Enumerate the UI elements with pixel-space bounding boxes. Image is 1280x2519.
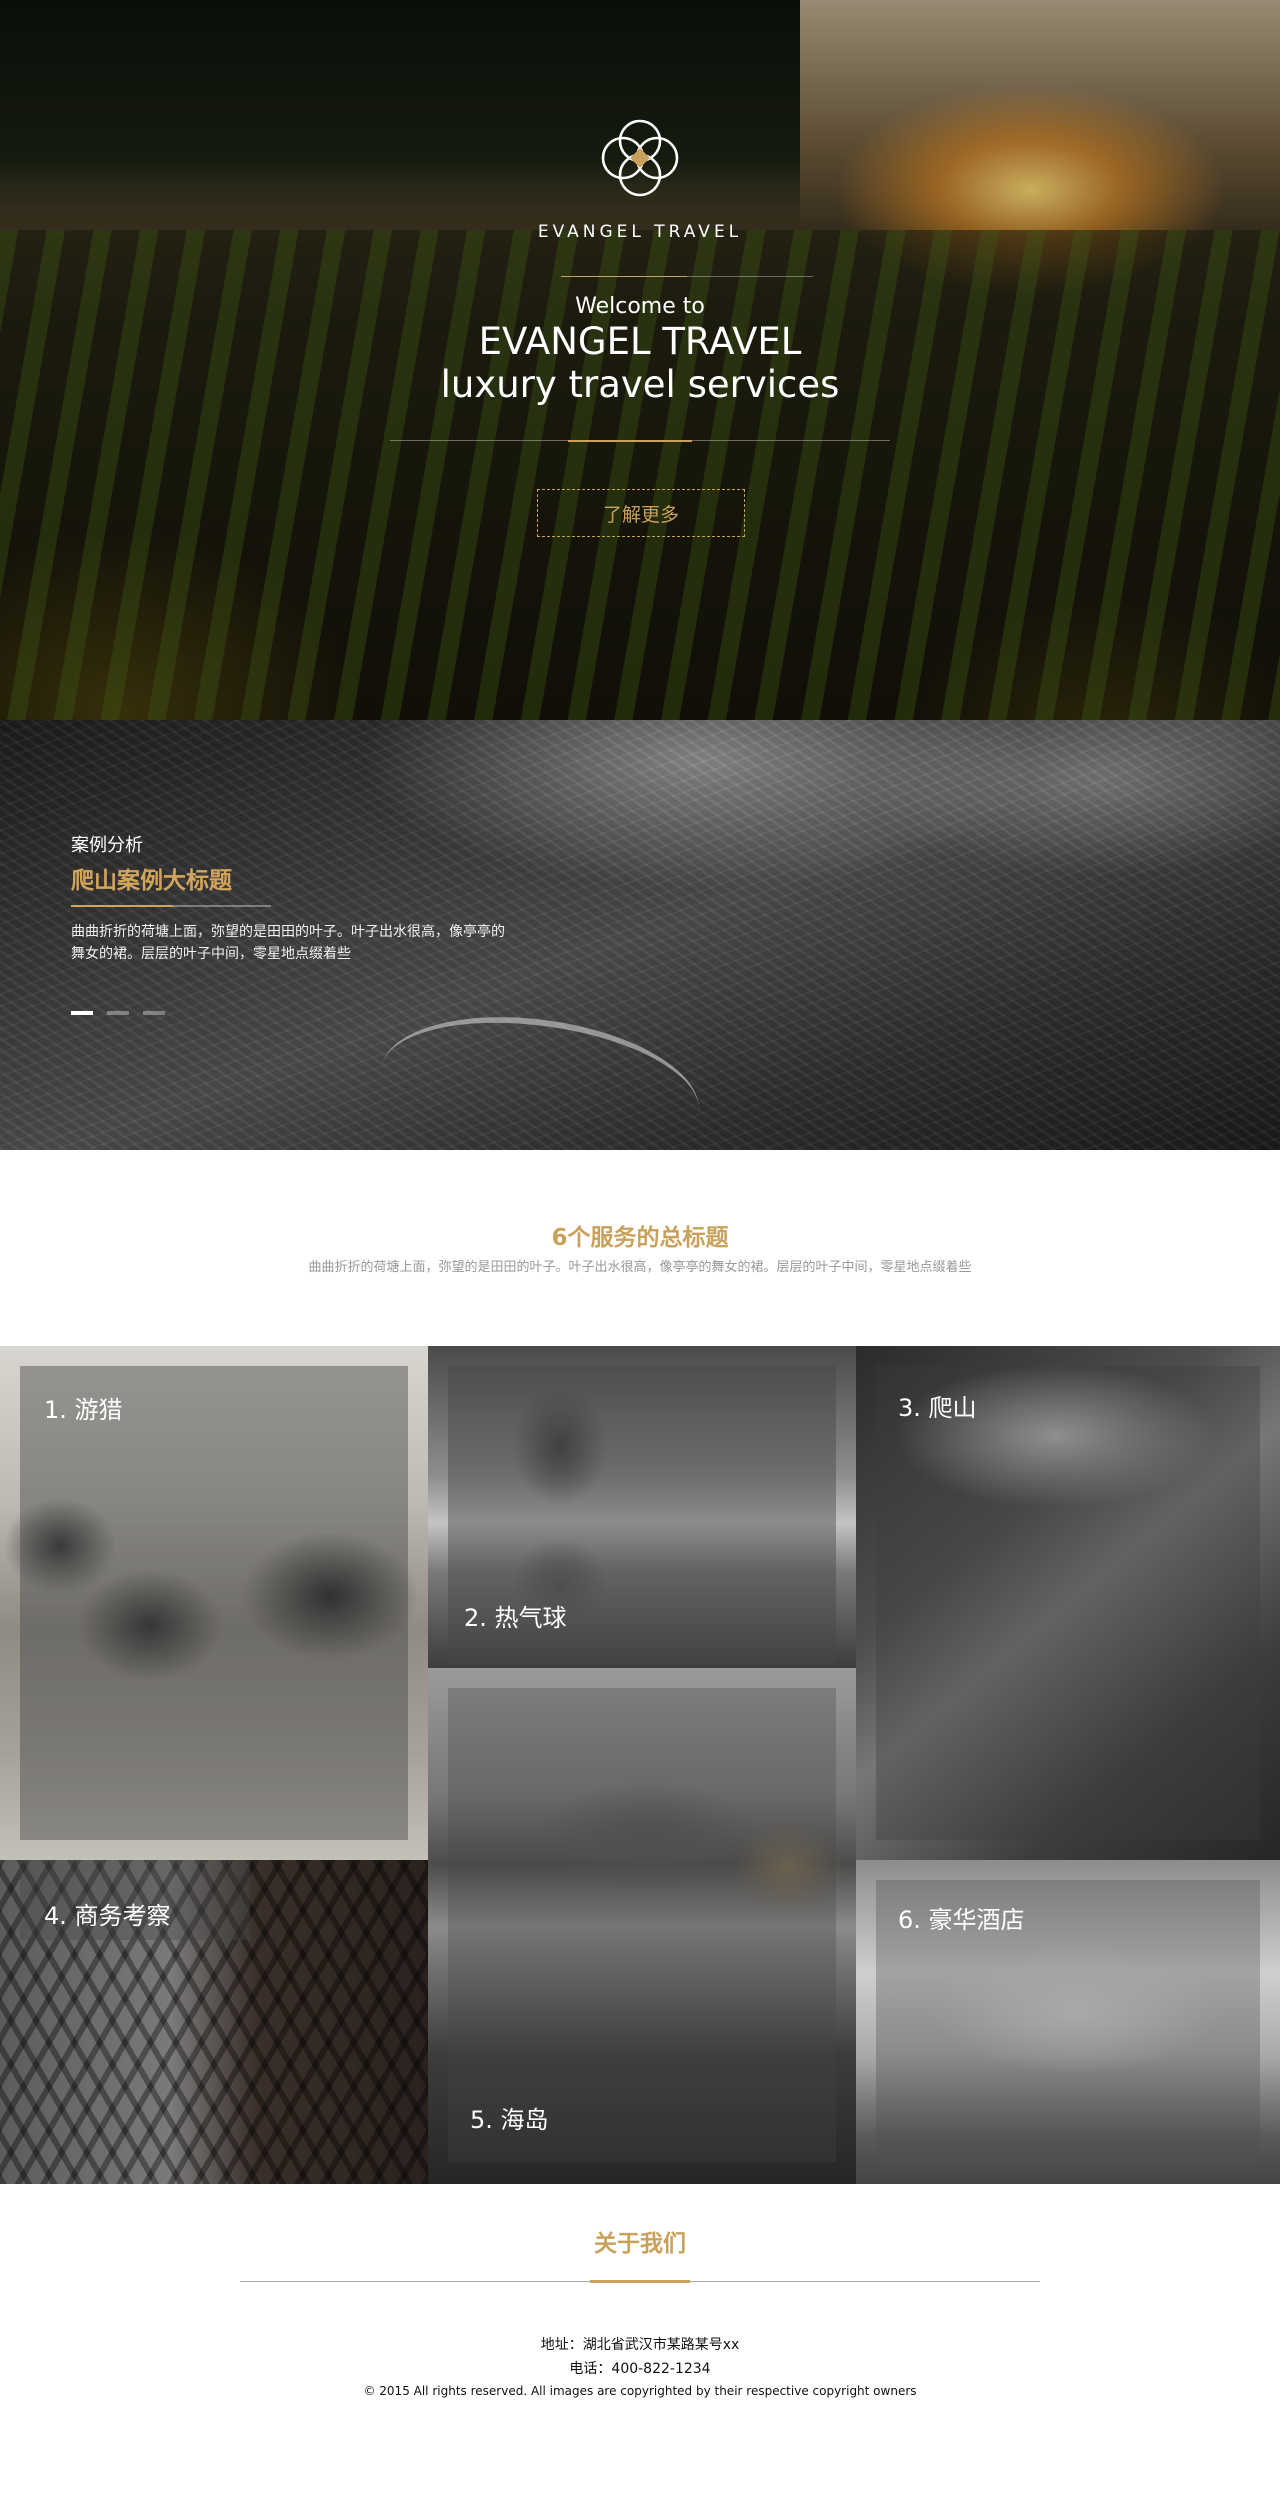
services-header: 6个服务的总标题 曲曲折折的荷塘上面，弥望的是田田的叶子。叶子出水很高，像亭亭的… bbox=[0, 1150, 1280, 1346]
phone-text: 电话：400-822-1234 bbox=[569, 2361, 711, 2377]
case-study-text: 案例分析 爬山案例大标题 曲曲折折的荷塘上面，弥望的是田田的叶子。叶子出水很高，… bbox=[71, 831, 511, 965]
hero-title-line2: luxury travel services bbox=[440, 363, 840, 406]
case-study-section: 案例分析 爬山案例大标题 曲曲折折的荷塘上面，弥望的是田田的叶子。叶子出水很高，… bbox=[0, 720, 1280, 1150]
tile-frame bbox=[876, 1366, 1260, 1840]
service-label: 4. 商务考察 bbox=[44, 1902, 171, 1930]
service-label: 6. 豪华酒店 bbox=[898, 1906, 1025, 1934]
about-title: 关于我们 bbox=[594, 2231, 686, 2257]
interlocking-circles-logo-icon bbox=[601, 119, 679, 197]
service-label: 2. 热气球 bbox=[464, 1604, 567, 1632]
services-title: 6个服务的总标题 bbox=[551, 1225, 729, 1251]
case-study-body: 曲曲折折的荷塘上面，弥望的是田田的叶子。叶子出水很高，像亭亭的舞女的裙。层层的叶… bbox=[71, 924, 505, 962]
hero-welcome: Welcome to bbox=[575, 294, 705, 319]
services-subtitle: 曲曲折折的荷塘上面，弥望的是田田的叶子。叶子出水很高，像亭亭的舞女的裙。层层的叶… bbox=[308, 1260, 972, 1275]
service-label: 3. 爬山 bbox=[898, 1394, 977, 1422]
case-study-title: 爬山案例大标题 bbox=[71, 868, 232, 894]
service-label: 5. 海岛 bbox=[470, 2106, 549, 2134]
service-tile-island[interactable]: 5. 海岛 bbox=[428, 1668, 856, 2184]
slider-dots bbox=[71, 1011, 165, 1015]
brand-name: EVANGEL TRAVEL bbox=[537, 222, 743, 242]
service-tile-hot-air-balloon[interactable]: 2. 热气球 bbox=[428, 1346, 856, 1668]
service-tile-business[interactable]: 4. 商务考察 bbox=[0, 1860, 428, 2184]
services-grid: 1. 游猎 2. 热气球 3. 爬山 4. 商务考察 5. 海岛 6. 豪华酒店 bbox=[0, 1346, 1280, 2184]
tile-frame bbox=[448, 1688, 836, 2162]
learn-more-button[interactable]: 了解更多 bbox=[537, 489, 745, 537]
copyright-text: © 2015 All rights reserved. All images a… bbox=[363, 2384, 917, 2398]
about-divider-gold bbox=[590, 2280, 690, 2283]
slider-dot-1[interactable] bbox=[71, 1011, 93, 1015]
slider-dot-3[interactable] bbox=[143, 1011, 165, 1015]
tile-frame bbox=[20, 1366, 408, 1840]
slider-dot-2[interactable] bbox=[107, 1011, 129, 1015]
brand-divider-grey bbox=[687, 276, 813, 277]
hero-section: EVANGEL TRAVEL Welcome to EVANGEL TRAVEL… bbox=[0, 0, 1280, 720]
case-study-divider bbox=[71, 905, 271, 907]
about-section: 关于我们 地址：湖北省武汉市某路某号xx 电话：400-822-1234 © 2… bbox=[0, 2184, 1280, 2459]
service-tile-hotel[interactable]: 6. 豪华酒店 bbox=[856, 1860, 1280, 2184]
service-tile-mountain[interactable]: 3. 爬山 bbox=[856, 1346, 1280, 1860]
service-label: 1. 游猎 bbox=[44, 1396, 123, 1424]
hero-title-line1: EVANGEL TRAVEL bbox=[478, 320, 802, 363]
address-text: 地址：湖北省武汉市某路某号xx bbox=[540, 2337, 740, 2353]
service-tile-safari[interactable]: 1. 游猎 bbox=[0, 1346, 428, 1860]
brand-divider-gold bbox=[561, 276, 687, 277]
hero-divider-gold bbox=[568, 440, 692, 442]
case-study-label: 案例分析 bbox=[71, 835, 143, 856]
